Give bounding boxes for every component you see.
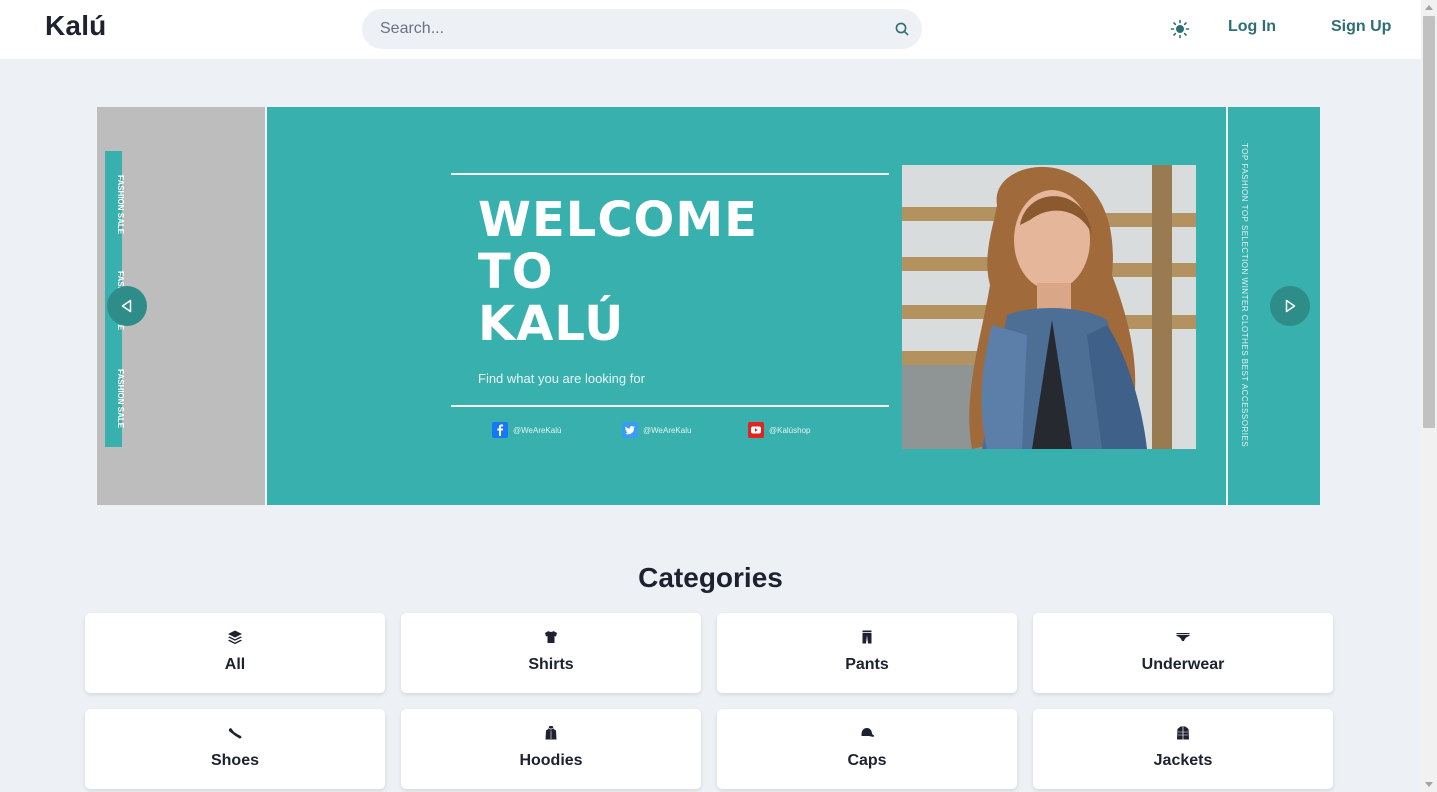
- model-photo: [902, 165, 1196, 449]
- brand-logo[interactable]: Kalú: [45, 10, 106, 42]
- category-card-hoodies[interactable]: Hoodies: [401, 709, 701, 789]
- category-label: Caps: [847, 752, 887, 769]
- category-label: Jackets: [1153, 752, 1213, 769]
- next-slide-text: TOP FASHION TOP SELECTION WINTER CLOTHES…: [1240, 143, 1249, 448]
- social-youtube[interactable]: @Kalúshop: [748, 422, 810, 438]
- hero-carousel: FASHION SALE FASHION SALE FASHION SALE W…: [97, 107, 1320, 505]
- layers-icon: [228, 630, 242, 645]
- theme-toggle-sun-icon[interactable]: [1169, 18, 1191, 40]
- youtube-icon: [748, 422, 764, 438]
- facebook-icon: [492, 422, 508, 438]
- chevron-left-icon: [121, 299, 132, 313]
- chevron-right-icon: [1285, 299, 1296, 313]
- signup-link[interactable]: Sign Up: [1331, 18, 1391, 36]
- strip-text: FASHION SALE: [116, 175, 125, 235]
- category-card-jackets[interactable]: Jackets: [1033, 709, 1333, 789]
- top-navbar: Kalú Log In Sign Up: [0, 0, 1421, 59]
- carousel-next-button[interactable]: [1270, 286, 1310, 326]
- search-input[interactable]: [380, 9, 880, 49]
- categories-title: Categories: [638, 562, 783, 593]
- social-twitter[interactable]: @WeAreKalu: [622, 422, 691, 438]
- page-scrollbar[interactable]: [1421, 0, 1437, 792]
- category-card-caps[interactable]: Caps: [717, 709, 1017, 789]
- login-link[interactable]: Log In: [1228, 18, 1276, 36]
- cap-icon: [861, 728, 874, 737]
- scrollbar-thumb[interactable]: [1423, 16, 1435, 428]
- pants-icon: [862, 630, 872, 644]
- social-facebook[interactable]: @WeAreKalú: [492, 422, 561, 438]
- shirt-icon: [545, 631, 557, 643]
- category-label: Underwear: [1141, 656, 1225, 673]
- hero-headline: WELCOME TO KALÚ: [478, 192, 758, 352]
- jacket-icon: [1177, 726, 1189, 740]
- welcome-slide: WELCOME TO KALÚ Find what you are lookin…: [267, 107, 1226, 505]
- category-label: Shoes: [210, 752, 259, 769]
- top-rule: [451, 173, 889, 175]
- twitter-handle: @WeAreKalu: [643, 425, 692, 435]
- scroll-up-arrow-icon[interactable]: [1425, 5, 1433, 10]
- category-label: Shirts: [528, 656, 574, 673]
- twitter-icon: [622, 422, 638, 438]
- search-icon[interactable]: [894, 21, 910, 37]
- facebook-handle: @WeAreKalú: [513, 425, 562, 435]
- scroll-down-arrow-icon[interactable]: [1425, 782, 1433, 787]
- category-card-pants[interactable]: Pants: [717, 613, 1017, 693]
- search-bar: [362, 9, 922, 49]
- strip-text: FASHION SALE: [116, 369, 125, 429]
- shoe-icon: [229, 728, 242, 739]
- category-label: All: [224, 656, 246, 673]
- bottom-rule: [451, 405, 889, 407]
- category-card-shoes[interactable]: Shoes: [85, 709, 385, 789]
- hero-tagline: Find what you are looking for: [478, 371, 645, 386]
- carousel-prev-button[interactable]: [107, 286, 147, 326]
- youtube-handle: @Kalúshop: [769, 425, 811, 435]
- underwear-icon: [1176, 633, 1190, 641]
- category-card-all[interactable]: All: [85, 613, 385, 693]
- category-label: Hoodies: [519, 752, 583, 769]
- hoodie-icon: [545, 725, 557, 740]
- category-card-underwear[interactable]: Underwear: [1033, 613, 1333, 693]
- category-card-shirts[interactable]: Shirts: [401, 613, 701, 693]
- category-label: Pants: [845, 656, 889, 673]
